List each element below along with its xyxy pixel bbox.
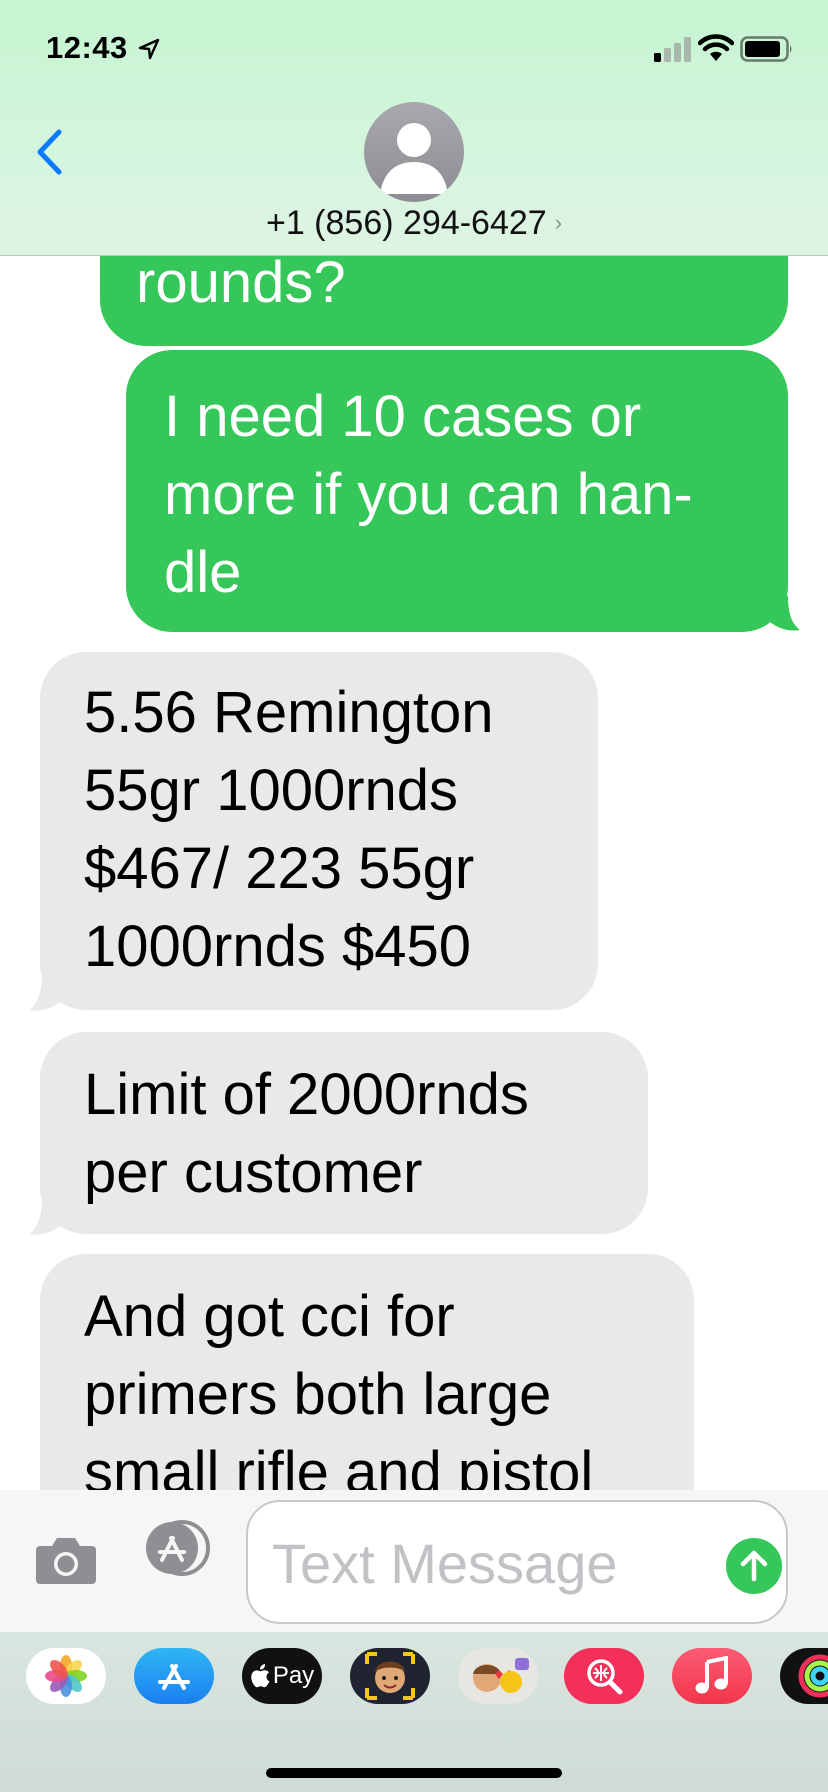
back-button[interactable] (24, 120, 74, 184)
message-line: primers both large (84, 1362, 552, 1427)
message-text: rounds? (136, 250, 346, 315)
message-line: small rifle and pistol (84, 1440, 594, 1490)
cellular-signal-icon (654, 37, 691, 62)
message-line: I need 10 cases or (164, 384, 642, 449)
message-bubble-received[interactable]: 5.56 Remington 55gr 1000rnds $467/ 223 5… (40, 652, 598, 1010)
contact-avatar[interactable] (364, 102, 464, 202)
camera-icon[interactable] (34, 1534, 98, 1586)
message-input-field[interactable] (246, 1500, 788, 1624)
bubble-tail (768, 596, 800, 631)
contact-name[interactable]: +1 (856) 294-6427 › (0, 204, 828, 243)
message-line: per customer (84, 1140, 423, 1205)
memoji-button[interactable] (350, 1648, 430, 1704)
message-bubble-received[interactable]: And got cci for primers both large small… (40, 1254, 694, 1490)
message-bubble-received[interactable]: Limit of 2000rnds per customer (40, 1032, 648, 1234)
message-line: 1000rnds $450 (84, 914, 471, 979)
activity-icon (798, 1654, 828, 1698)
image-search-icon (587, 1659, 623, 1695)
message-line: Limit of 2000rnds (84, 1062, 529, 1127)
app-store-button[interactable] (134, 1648, 214, 1704)
apple-logo-icon (251, 1664, 270, 1688)
message-bubble-sent[interactable]: I need 10 cases or more if you can han- … (126, 350, 788, 632)
message-line: And got cci for (84, 1284, 455, 1349)
bubble-tail (30, 972, 62, 1011)
photos-app-button[interactable] (26, 1648, 106, 1704)
conversation-header: 12:43 +1 (856) 294-6427 › (0, 0, 828, 256)
person-silhouette-icon (380, 123, 448, 194)
home-indicator[interactable] (266, 1768, 562, 1778)
activity-button[interactable] (780, 1648, 828, 1704)
animoji-icon (473, 1658, 529, 1693)
send-button[interactable] (726, 1538, 782, 1594)
status-time: 12:43 (46, 30, 128, 65)
arrow-up-icon (740, 1550, 768, 1582)
wifi-icon (698, 34, 734, 61)
message-line: more if you can han- (164, 462, 693, 527)
contact-name-text: +1 (856) 294-6427 (265, 204, 547, 242)
photos-icon (45, 1655, 87, 1697)
chevron-right-icon: › (554, 210, 563, 235)
imessage-app-drawer: Pay (0, 1632, 828, 1792)
image-search-button[interactable] (564, 1648, 644, 1704)
bubble-tail (30, 1196, 62, 1235)
location-arrow-icon (138, 38, 160, 60)
battery-icon (740, 36, 792, 62)
message-input[interactable] (272, 1530, 692, 1596)
message-line: 55gr 1000rnds (84, 758, 459, 823)
message-line: dle (164, 540, 242, 605)
message-line: $467/ 223 55gr (84, 836, 475, 901)
app-store-icon (158, 1664, 190, 1690)
music-icon (695, 1656, 728, 1694)
apple-pay-button[interactable]: Pay (242, 1648, 322, 1704)
apple-pay-label: Pay (272, 1662, 315, 1689)
compose-bar (0, 1490, 828, 1632)
animoji-stickers-button[interactable] (458, 1648, 538, 1704)
chevron-left-icon (37, 129, 62, 175)
app-store-apps-icon[interactable] (140, 1520, 212, 1576)
message-line: 5.56 Remington (84, 680, 494, 745)
music-button[interactable] (672, 1648, 752, 1704)
memoji-icon (365, 1652, 415, 1700)
